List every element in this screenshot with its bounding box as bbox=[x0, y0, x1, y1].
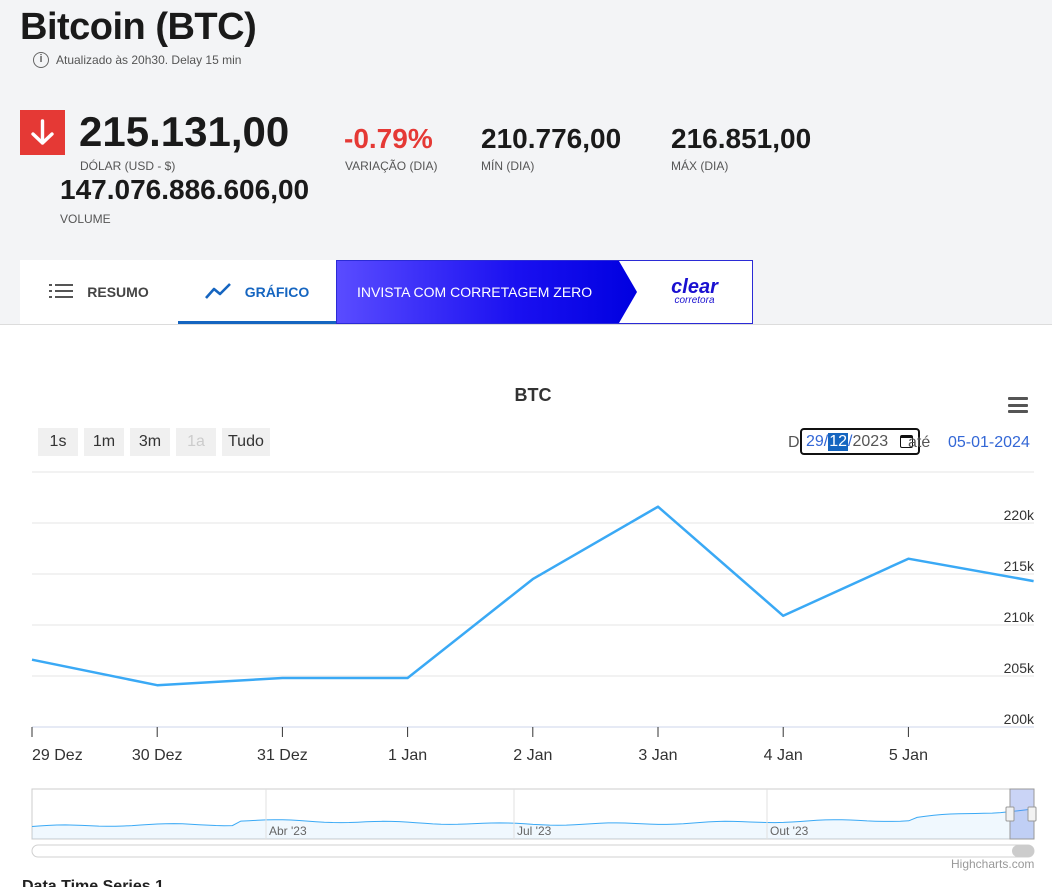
hamburger-menu-icon[interactable] bbox=[1008, 397, 1028, 413]
tab-resumo[interactable]: RESUMO bbox=[20, 260, 178, 324]
date-month: 12 bbox=[828, 432, 849, 451]
range-button-all[interactable]: Tudo bbox=[222, 428, 270, 456]
y-tick-label: 215k bbox=[1004, 558, 1035, 574]
x-tick-label: 2 Jan bbox=[513, 747, 552, 764]
min-label: MÍN (DIA) bbox=[481, 159, 535, 173]
max-label: MÁX (DIA) bbox=[671, 159, 729, 173]
tab-bar: RESUMO GRÁFICO INVISTA COM CORRETAGEM ZE… bbox=[20, 260, 753, 324]
variation-label: VARIAÇÃO (DIA) bbox=[345, 159, 438, 173]
brand-sub: corretora bbox=[674, 295, 715, 306]
chart-credit: Highcharts.com bbox=[951, 857, 1035, 871]
variation-value: -0.79% bbox=[344, 123, 433, 154]
min-value: 210.776,00 bbox=[481, 123, 622, 154]
x-tick-label: 29 Dez bbox=[32, 747, 83, 764]
tab-grafico[interactable]: GRÁFICO bbox=[178, 260, 336, 324]
info-icon: i bbox=[33, 52, 49, 68]
y-tick-label: 200k bbox=[1004, 711, 1035, 727]
arrow-down-icon bbox=[20, 110, 65, 155]
y-tick-label: 220k bbox=[1004, 507, 1035, 523]
ad-text: INVISTA COM CORRETAGEM ZERO bbox=[337, 261, 637, 323]
series-line bbox=[31, 505, 1034, 687]
navigator-label: Jul '23 bbox=[517, 824, 552, 838]
brand-name: clear bbox=[671, 276, 718, 298]
range-button-1m[interactable]: 1m bbox=[84, 428, 124, 456]
date-from-label: D bbox=[788, 434, 800, 451]
update-notice: i Atualizado às 20h30. Delay 15 min bbox=[33, 52, 241, 68]
price-currency-label: DÓLAR (USD - $) bbox=[80, 159, 176, 173]
y-tick-label: 205k bbox=[1004, 660, 1035, 676]
x-tick-label: 3 Jan bbox=[638, 747, 677, 764]
x-tick-label: 4 Jan bbox=[764, 747, 803, 764]
ad-banner[interactable]: INVISTA COM CORRETAGEM ZERO clear corret… bbox=[336, 260, 753, 324]
date-to-input[interactable]: 05-01-2024 bbox=[948, 434, 1030, 452]
range-button-3m[interactable]: 3m bbox=[130, 428, 170, 456]
date-to-label-text: até bbox=[908, 434, 931, 451]
x-tick-label: 5 Jan bbox=[889, 747, 928, 764]
navigator-handle bbox=[1005, 806, 1015, 822]
clear-logo: clear corretora bbox=[637, 261, 752, 323]
scrollbar-thumb bbox=[1012, 845, 1034, 857]
date-from-input[interactable]: 29/12/2023 bbox=[800, 428, 920, 455]
date-year: 2023 bbox=[852, 432, 889, 450]
data-table-header: Data Time Series 1 bbox=[22, 878, 165, 887]
navigator-label: Abr '23 bbox=[269, 824, 307, 838]
volume-label: VOLUME bbox=[60, 212, 111, 226]
tab-label: GRÁFICO bbox=[244, 284, 310, 300]
list-icon bbox=[49, 283, 74, 302]
current-price: 215.131,00 bbox=[79, 108, 290, 155]
range-button-1s[interactable]: 1s bbox=[38, 428, 78, 456]
range-button-1a: 1a bbox=[176, 428, 216, 456]
y-tick-label: 210k bbox=[1004, 609, 1035, 625]
range-selector: 1s 1m 3m 1a Tudo bbox=[38, 428, 270, 456]
navigator-label: Out '23 bbox=[770, 824, 809, 838]
update-text: Atualizado às 20h30. Delay 15 min bbox=[56, 53, 242, 67]
scrollbar-track bbox=[31, 844, 1035, 858]
x-tick-label: 1 Jan bbox=[388, 747, 427, 764]
volume-value: 147.076.886.606,00 bbox=[60, 174, 310, 205]
chart-title: BTC bbox=[514, 385, 552, 405]
quote-header: Bitcoin (BTC) i Atualizado às 20h30. Del… bbox=[0, 0, 1052, 325]
line-chart-icon bbox=[204, 282, 231, 303]
page-title: Bitcoin (BTC) bbox=[20, 6, 257, 48]
date-to-label: até bbox=[908, 434, 930, 452]
price-chart: 200k 205k 210k 215k 220k 29 Dez 30 Dez 31 Dez 1 … bbox=[31, 471, 1037, 858]
tab-label: RESUMO bbox=[87, 284, 149, 300]
x-tick-label: 30 Dez bbox=[132, 747, 183, 764]
date-day: 29 bbox=[806, 432, 824, 450]
x-tick-label: 31 Dez bbox=[257, 747, 308, 764]
max-value: 216.851,00 bbox=[671, 123, 812, 154]
navigator-handle bbox=[1027, 806, 1037, 822]
